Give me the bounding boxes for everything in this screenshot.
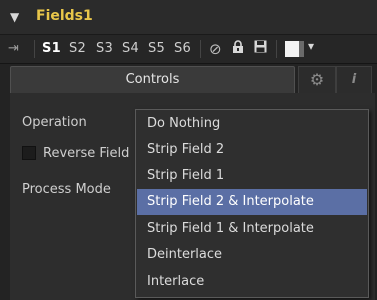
toolbar-divider (276, 40, 277, 58)
title-bar: ▼ Fields1 (0, 0, 377, 35)
info-icon[interactable]: i (336, 66, 372, 93)
operation-label: Operation (22, 115, 87, 130)
dropdown-option[interactable]: Strip Field 1 (137, 163, 367, 189)
toolbar: ⇥ S1 S2 S3 S4 S5 S6 ⊘ ▾ (0, 35, 377, 64)
dropdown-option[interactable]: Strip Field 1 & Interpolate (137, 216, 367, 242)
reverse-field-label: Reverse Field (43, 146, 130, 161)
lock-icon[interactable] (232, 40, 244, 58)
slot-s5[interactable]: S5 (148, 41, 165, 56)
tab-controls[interactable]: Controls (10, 66, 295, 93)
dropdown-option[interactable]: Strip Field 2 (137, 137, 367, 163)
save-icon[interactable] (254, 40, 267, 57)
process-mode-label: Process Mode (22, 182, 111, 197)
toolbar-divider (34, 40, 35, 58)
disable-icon[interactable]: ⊘ (209, 40, 222, 58)
dropdown-option[interactable]: Do Nothing (137, 111, 367, 137)
slot-s1[interactable]: S1 (42, 41, 61, 56)
operation-dropdown-list[interactable]: Do Nothing Strip Field 2 Strip Field 1 S… (135, 109, 369, 298)
slot-s4[interactable]: S4 (122, 41, 139, 56)
slot-s6[interactable]: S6 (174, 41, 191, 56)
gear-icon[interactable]: ⚙ (298, 66, 336, 93)
chevron-down-icon[interactable]: ▼ (10, 10, 19, 24)
slot-s2[interactable]: S2 (69, 41, 86, 56)
toolbar-divider (200, 40, 201, 58)
chevron-down-icon[interactable]: ▾ (308, 39, 314, 53)
color-swatch-secondary (299, 41, 304, 57)
dropdown-option-highlighted[interactable]: Strip Field 2 & Interpolate (137, 189, 367, 215)
dropdown-option[interactable]: Interlace (137, 269, 367, 295)
slot-s3[interactable]: S3 (96, 41, 113, 56)
pin-icon[interactable]: ⇥ (8, 41, 28, 56)
node-title: Fields1 (36, 8, 93, 24)
reverse-field-checkbox[interactable] (22, 146, 36, 160)
color-swatch[interactable] (285, 41, 299, 57)
dropdown-option[interactable]: Deinterlace (137, 242, 367, 268)
